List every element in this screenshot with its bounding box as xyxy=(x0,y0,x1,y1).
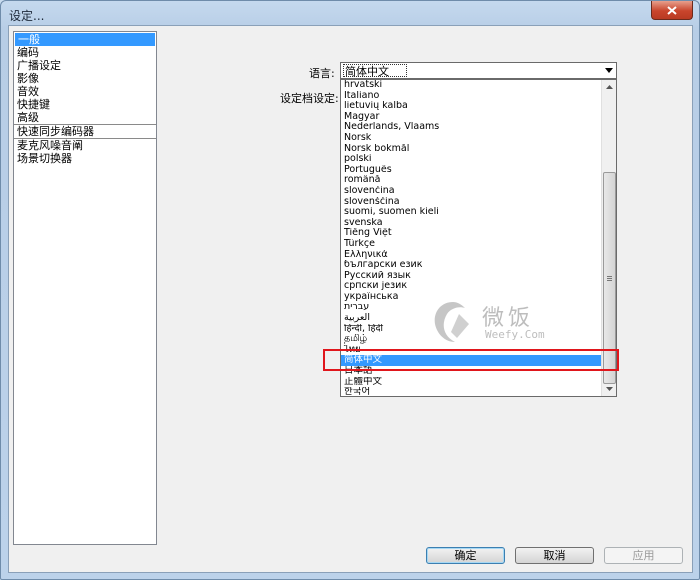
cancel-button[interactable]: 取消 xyxy=(515,547,594,564)
language-option[interactable]: slovenščina xyxy=(341,197,603,208)
dialog-client-area: 一般 编码 广播设定 影像 音效 快捷键 高级 快速同步编码器 麦克风噪音阐 场景切换器 语言: … xyxy=(8,25,693,573)
watermark-text-en: Weefy.Com xyxy=(485,328,545,341)
language-option[interactable]: slovenčina xyxy=(341,186,603,197)
annotation-highlight-box xyxy=(323,349,619,371)
sidebar-item[interactable]: 音效 xyxy=(14,85,156,98)
ok-button[interactable]: 确定 xyxy=(426,547,505,564)
language-option[interactable]: suomi, suomen kieli xyxy=(341,207,603,218)
language-option[interactable]: Русский язык xyxy=(341,271,603,282)
window-title: 设定... xyxy=(9,9,45,23)
language-label: 语言: xyxy=(309,67,335,80)
scroll-up-button[interactable] xyxy=(602,80,616,94)
arrow-up-icon xyxy=(605,85,613,89)
language-option[interactable]: Norsk xyxy=(341,133,603,144)
language-option[interactable]: Ελληνικά xyxy=(341,250,603,261)
watermark-logo-icon xyxy=(434,302,469,342)
close-button[interactable] xyxy=(651,1,693,20)
language-option[interactable]: lietuvių kalba xyxy=(341,101,603,112)
grip-icon xyxy=(607,275,612,281)
language-option[interactable]: 正體中文 xyxy=(341,377,603,388)
language-option[interactable]: polski xyxy=(341,154,603,165)
language-dropdown[interactable]: 简体中文 xyxy=(340,62,617,79)
apply-button[interactable]: 应用 xyxy=(604,547,683,564)
sidebar-item[interactable]: 快速同步编码器 xyxy=(14,125,156,138)
language-dropdown-value: 简体中文 xyxy=(343,64,407,78)
language-option[interactable]: српски језик xyxy=(341,281,603,292)
sidebar-item[interactable]: 影像 xyxy=(14,72,156,85)
language-option[interactable]: svenska xyxy=(341,218,603,229)
language-option[interactable]: Norsk bokmål xyxy=(341,144,603,155)
sidebar-item[interactable]: 快捷键 xyxy=(14,98,156,111)
sidebar-item[interactable]: 一般 xyxy=(15,33,155,46)
sidebar-item[interactable]: 广播设定 xyxy=(14,59,156,72)
language-option[interactable]: hrvatski xyxy=(341,80,603,91)
sidebar-item[interactable]: 编码 xyxy=(14,46,156,59)
language-option[interactable]: 한국어 xyxy=(341,387,603,396)
profile-settings-label: 设定档设定: xyxy=(280,92,339,105)
language-option[interactable]: Tiếng Việt xyxy=(341,228,603,239)
settings-category-list[interactable]: 一般 编码 广播设定 影像 音效 快捷键 高级 快速同步编码器 麦克风噪音阐 场景切换器 xyxy=(13,31,157,545)
language-option[interactable]: Türkçe xyxy=(341,239,603,250)
language-option[interactable]: български език xyxy=(341,260,603,271)
arrow-down-icon xyxy=(605,387,613,391)
language-option[interactable]: Português xyxy=(341,165,603,176)
dropdown-arrow[interactable] xyxy=(602,64,615,77)
language-option[interactable]: română xyxy=(341,175,603,186)
sidebar-item[interactable]: 场景切换器 xyxy=(14,152,156,165)
settings-window: 设定... 一般 编码 广播设定 影像 音效 快捷键 高级 快速同步编码器 麦克风噪音阐 场景切换… xyxy=(0,0,700,580)
language-option[interactable]: Italiano xyxy=(341,91,603,102)
close-icon xyxy=(667,5,677,15)
sidebar-item[interactable]: 麦克风噪音阐 xyxy=(14,139,156,152)
chevron-down-icon xyxy=(604,68,613,73)
language-option[interactable]: Nederlands, Vlaams xyxy=(341,122,603,133)
language-option[interactable]: Magyar xyxy=(341,112,603,123)
watermark: 微饭 Weefy.Com xyxy=(427,296,557,348)
scroll-down-button[interactable] xyxy=(602,382,616,396)
sidebar-item[interactable]: 高级 xyxy=(14,111,156,124)
